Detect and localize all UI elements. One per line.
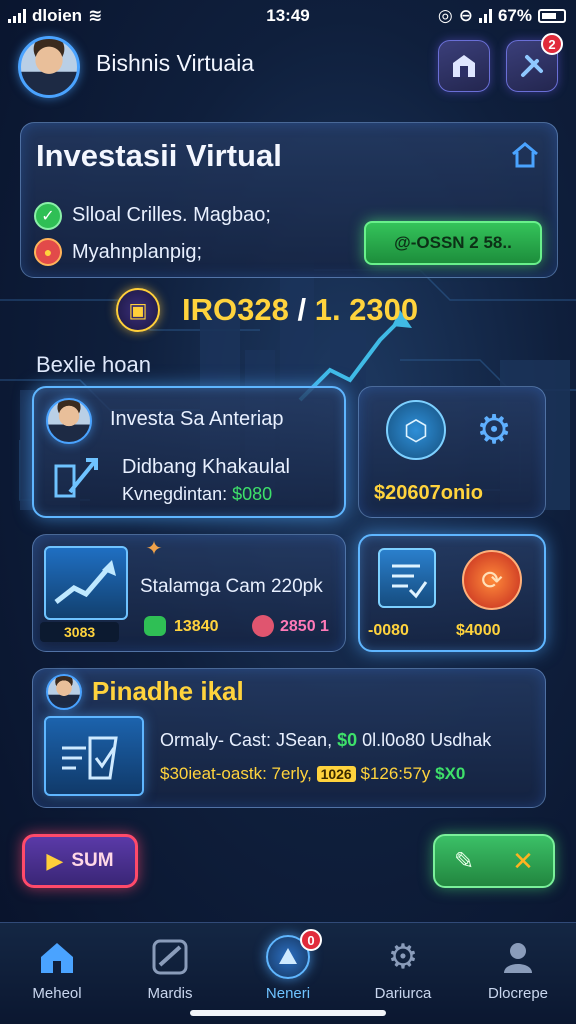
trend-up-icon — [54, 560, 116, 604]
document-icon — [378, 548, 436, 608]
section-label: Bexlie hoan — [36, 352, 151, 377]
investment-value-pill[interactable]: @-OSSN 2 58.. — [364, 221, 542, 265]
cancel-icon[interactable]: ✕ — [512, 846, 534, 877]
build-icon: ✎ — [454, 847, 475, 875]
documents-value-right: $4000 — [456, 622, 501, 639]
gear-icon: ⚙ — [476, 408, 512, 452]
app-title: Bishnis Virtuaia — [96, 50, 255, 76]
rocket-icon: ✦ — [145, 537, 163, 560]
start-button[interactable]: ▶ SUM — [22, 834, 138, 888]
cash-icon — [144, 616, 166, 636]
profile-icon — [496, 935, 540, 979]
growth-chart-icon — [54, 458, 98, 498]
alarm-icon: ◎ — [437, 6, 453, 25]
treasure-icon: ▣ — [116, 288, 160, 332]
business-row-1-label: Ormaly- Cast: — [160, 730, 272, 750]
business-row-1-green: $0 — [337, 730, 358, 750]
chart-card-title: Stalamga Cam 220pk — [140, 576, 323, 597]
chart-value-b: 2850 1 — [280, 618, 329, 635]
start-button-label: SUM — [71, 850, 114, 871]
business-row-2-label: $30ieat-oastk: 7erly, — [160, 764, 312, 783]
store-icon — [453, 55, 475, 77]
tools-action-button[interactable]: ✎ ✕ — [433, 834, 555, 888]
business-row-2-green: $X0 — [435, 764, 466, 783]
nav-badge: 0 — [300, 929, 322, 951]
investment-line-2: Myahnplanpig; — [72, 241, 203, 263]
nav-item-market[interactable]: Mardis — [120, 935, 220, 1002]
warning-icon: ● — [34, 238, 62, 266]
business-row-2-mid: $126:57y — [360, 764, 431, 783]
store-button[interactable] — [438, 40, 490, 92]
home-indicator[interactable] — [190, 1010, 386, 1016]
notification-badge: 2 — [541, 33, 563, 55]
target-icon: ⟳ — [462, 550, 522, 610]
status-bar: dloien ≋ 13:49 ◎ ⊖ 67% — [0, 0, 576, 30]
investment-title: Investasii Virtual — [36, 138, 282, 173]
coin-icon — [252, 615, 274, 637]
nav-item-home[interactable]: Meheol — [7, 935, 107, 1002]
cell-signal-icon — [478, 9, 492, 23]
tools-button[interactable]: 2 — [506, 33, 563, 92]
invest-avatar — [46, 398, 92, 444]
documents-value-left: -0080 — [368, 622, 409, 639]
wrench-icon — [521, 55, 543, 77]
market-icon — [148, 935, 192, 979]
status-right: ◎ ⊖ 67% — [438, 6, 566, 26]
business-row-1: Ormaly- Cast: JSean, $0 0l.l0o80 Usdhak — [160, 730, 491, 751]
nav-item-center[interactable]: 0 Neneri — [238, 929, 338, 1002]
business-title: Pinadhe ikal — [92, 676, 244, 706]
user-avatar[interactable] — [18, 36, 80, 98]
balance-separator: / — [297, 292, 307, 327]
business-avatar — [46, 674, 82, 710]
invest-line-2-value: $080 — [232, 484, 273, 504]
nav-label-market: Mardis — [147, 985, 193, 1002]
house-icon — [35, 935, 79, 979]
play-icon: ▶ — [46, 848, 64, 873]
chart-value-a: 13840 — [174, 618, 219, 635]
investment-line-1: Slloal Crilles. Magbao; — [72, 204, 271, 226]
bottom-nav: Meheol Mardis 0 Neneri ⚙ Dariurca Dlocre… — [0, 922, 576, 1024]
assets-value: $20607onio — [374, 482, 483, 504]
nav-label-home: Meheol — [32, 985, 82, 1002]
nav-label-settings: Dariurca — [374, 985, 432, 1002]
balance-right: 1. 2300 — [314, 292, 419, 327]
invest-line-2: Kvnegdintan: $080 — [122, 484, 272, 505]
invest-card-title: Investa Sa Anteriap — [110, 408, 284, 430]
business-row-1-mid: JSean, — [276, 730, 333, 750]
nav-label-profile: Dlocrepe — [487, 985, 549, 1002]
invest-line-1: Didbang Khakaulal — [122, 456, 290, 478]
contract-icon — [62, 736, 118, 780]
contract-thumb — [44, 716, 144, 796]
battery-percent: 67% — [497, 6, 532, 25]
nav-item-profile[interactable]: Dlocrepe — [468, 935, 568, 1002]
home-icon[interactable] — [510, 140, 540, 170]
balance-left: IRO328 — [182, 292, 289, 327]
business-row-2-chip: 1026 — [316, 766, 356, 782]
business-row-1-right: 0l.l0o80 Usdhak — [362, 730, 492, 750]
battery-icon — [538, 9, 566, 23]
invest-line-2-label: Kvnegdintan: — [122, 484, 228, 504]
chart-mini-label: 3083 — [40, 622, 120, 642]
nav-item-settings[interactable]: ⚙ Dariurca — [353, 935, 453, 1002]
checklist-icon — [392, 564, 428, 599]
cube-icon: ⬡ — [386, 400, 446, 460]
sync-icon: ⊖ — [458, 6, 473, 25]
trend-chart-thumb — [44, 546, 128, 620]
balance-display: IRO328 / 1. 2300 — [182, 292, 418, 328]
nav-label-center: Neneri — [265, 985, 311, 1002]
check-icon: ✓ — [34, 202, 62, 230]
cog-icon: ⚙ — [387, 938, 419, 976]
business-row-2: $30ieat-oastk: 7erly, 1026 $126:57y $X0 — [160, 764, 465, 784]
